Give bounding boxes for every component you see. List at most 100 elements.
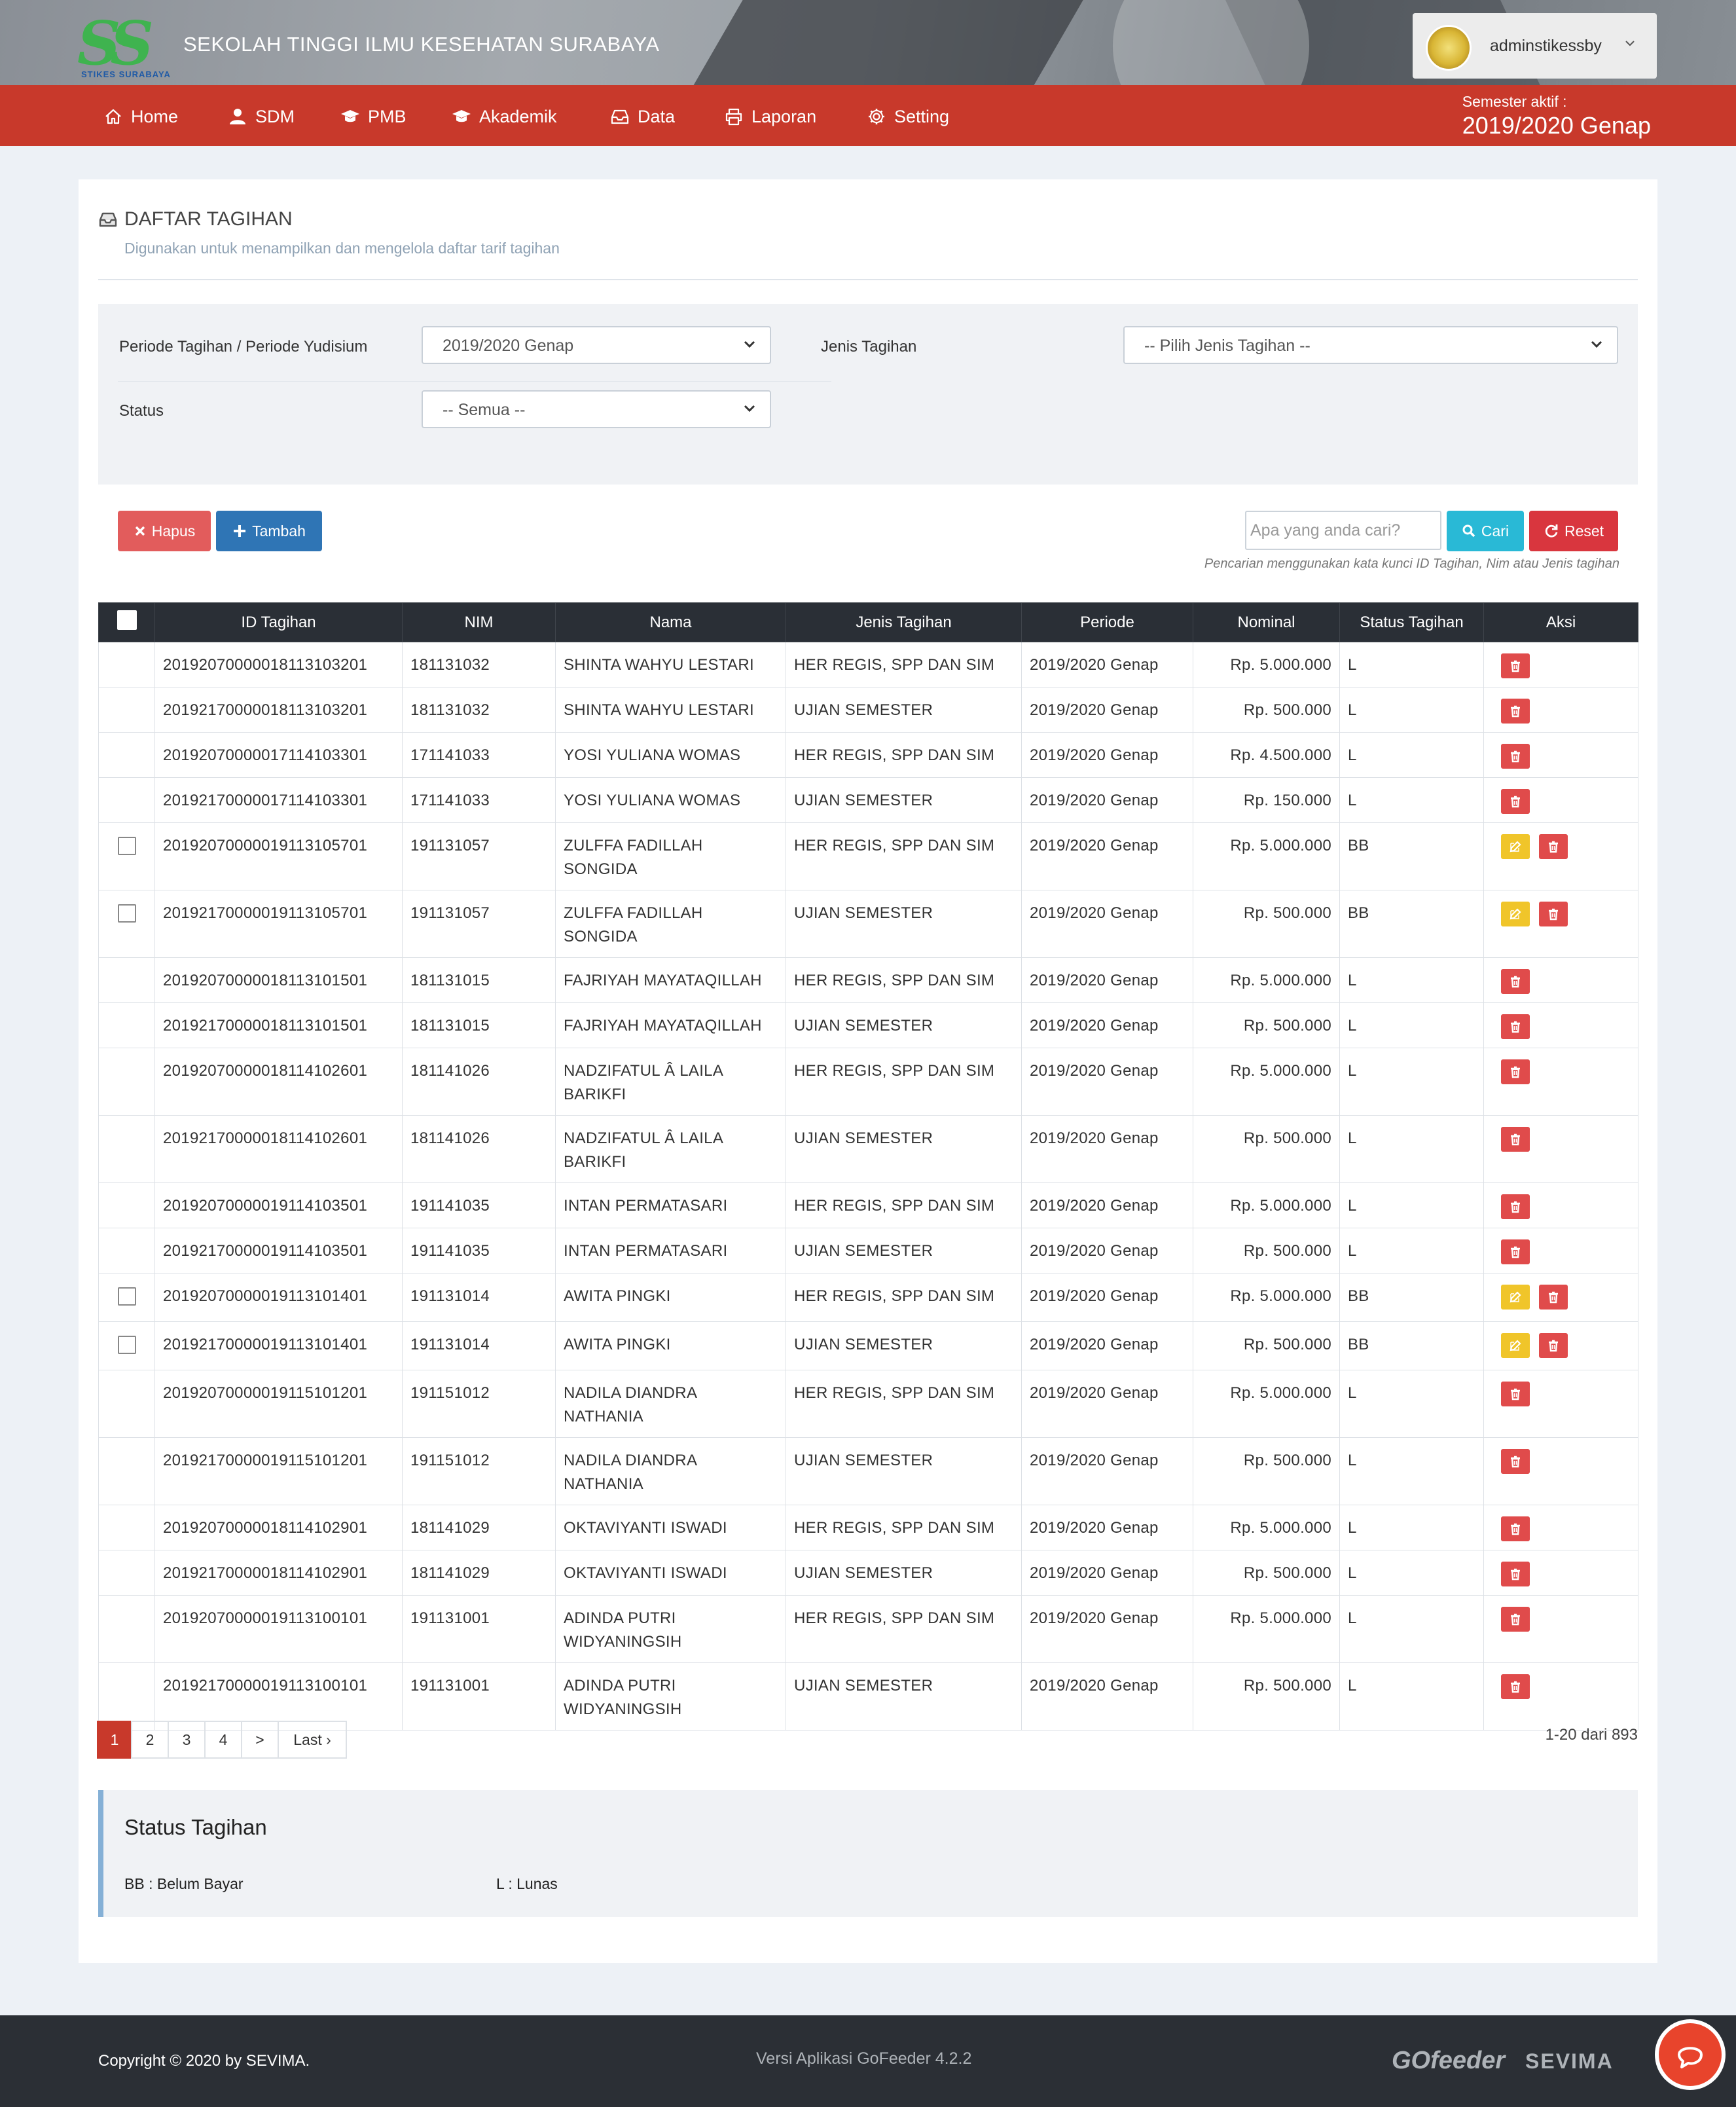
column-header[interactable]: Periode <box>1021 602 1193 642</box>
chevron-down-icon <box>744 340 755 348</box>
row-select-cell[interactable] <box>98 822 155 890</box>
row-select-cell[interactable] <box>98 1321 155 1370</box>
next-page-button[interactable]: > <box>241 1721 279 1759</box>
delete-button[interactable] <box>1501 744 1530 769</box>
column-header[interactable]: Nominal <box>1193 602 1340 642</box>
delete-button[interactable] <box>1501 653 1530 678</box>
delete-button[interactable] <box>1539 1333 1568 1358</box>
delete-button[interactable] <box>1501 1194 1530 1219</box>
cell-nominal: Rp. 5.000.000 <box>1193 1182 1340 1228</box>
tambah-button[interactable]: Tambah <box>216 511 322 551</box>
page-button[interactable]: 3 <box>168 1721 206 1759</box>
cell-nominal: Rp. 5.000.000 <box>1193 957 1340 1003</box>
edit-button[interactable] <box>1501 902 1530 926</box>
chat-button[interactable] <box>1655 2019 1726 2090</box>
cell-id-tagihan: 20192170000018114102901 <box>154 1550 403 1596</box>
delete-button[interactable] <box>1501 1014 1530 1039</box>
select-all-checkbox[interactable] <box>117 610 137 630</box>
cell-periode: 2019/2020 Genap <box>1021 1505 1193 1550</box>
reset-button[interactable]: Reset <box>1529 511 1618 551</box>
cell-status: L <box>1339 1002 1484 1048</box>
delete-button[interactable] <box>1501 1382 1530 1406</box>
column-header[interactable]: Nama <box>555 602 786 642</box>
column-header[interactable]: Jenis Tagihan <box>786 602 1022 642</box>
row-select-cell[interactable] <box>98 890 155 958</box>
delete-button[interactable] <box>1539 902 1568 926</box>
delete-button[interactable] <box>1501 1516 1530 1541</box>
column-header[interactable]: NIM <box>402 602 556 642</box>
delete-button[interactable] <box>1539 834 1568 859</box>
nav-item-akademik[interactable]: Akademik <box>452 105 557 128</box>
nav-item-setting[interactable]: Setting <box>867 105 949 128</box>
cell-jenis: UJIAN SEMESTER <box>786 1550 1022 1596</box>
column-header[interactable]: Status Tagihan <box>1339 602 1484 642</box>
column-header[interactable]: ID Tagihan <box>154 602 403 642</box>
row-select-cell <box>98 687 155 733</box>
nav-item-pmb[interactable]: PMB <box>340 105 407 128</box>
delete-button[interactable] <box>1501 1674 1530 1699</box>
status-select[interactable]: -- Semua -- <box>422 390 771 428</box>
delete-button[interactable] <box>1501 1059 1530 1084</box>
cell-jenis: HER REGIS, SPP DAN SIM <box>786 822 1022 890</box>
university-seal-icon <box>1426 25 1472 71</box>
cell-id-tagihan: 20192070000017114103301 <box>154 732 403 778</box>
edit-button[interactable] <box>1501 1285 1530 1310</box>
edit-button[interactable] <box>1501 1333 1530 1358</box>
close-icon <box>135 526 145 536</box>
last-page-button[interactable]: Last › <box>278 1721 347 1759</box>
page-button[interactable]: 2 <box>131 1721 169 1759</box>
user-menu[interactable]: adminstikessby <box>1413 13 1657 79</box>
chevron-down-icon <box>1591 340 1602 348</box>
page-button[interactable]: 4 <box>204 1721 242 1759</box>
nav-item-laporan[interactable]: Laporan <box>724 105 816 128</box>
page-subtitle: Digunakan untuk menampilkan dan mengelol… <box>124 240 560 257</box>
edit-button[interactable] <box>1501 834 1530 859</box>
cell-nominal: Rp. 500.000 <box>1193 890 1340 958</box>
hapus-button-label: Hapus <box>151 522 196 540</box>
row-checkbox[interactable] <box>117 1287 136 1306</box>
logo[interactable]: SS STIKES SURABAYA <box>77 12 175 80</box>
cell-jenis: HER REGIS, SPP DAN SIM <box>786 1595 1022 1663</box>
reset-button-label: Reset <box>1564 522 1604 540</box>
nav-item-home[interactable]: Home <box>103 105 178 128</box>
cari-button[interactable]: Cari <box>1447 511 1524 551</box>
periode-select[interactable]: 2019/2020 Genap <box>422 326 771 364</box>
cell-nim: 181141029 <box>402 1505 556 1550</box>
nav-item-data[interactable]: Data <box>610 105 675 128</box>
cell-nim: 171141033 <box>402 732 556 778</box>
cell-nim: 191151012 <box>402 1370 556 1438</box>
cell-periode: 2019/2020 Genap <box>1021 1002 1193 1048</box>
select-all-header[interactable] <box>98 602 155 642</box>
row-checkbox[interactable] <box>117 1336 136 1354</box>
delete-button[interactable] <box>1501 1607 1530 1632</box>
delete-button[interactable] <box>1501 969 1530 994</box>
jenis-select[interactable]: -- Pilih Jenis Tagihan -- <box>1123 326 1618 364</box>
cell-nama: ADINDA PUTRI WIDYANINGSIH <box>555 1662 786 1731</box>
delete-button[interactable] <box>1501 1562 1530 1586</box>
cell-periode: 2019/2020 Genap <box>1021 1437 1193 1505</box>
cell-status: L <box>1339 687 1484 733</box>
delete-button[interactable] <box>1501 1127 1530 1152</box>
hapus-button[interactable]: Hapus <box>118 511 211 551</box>
delete-button[interactable] <box>1501 1239 1530 1264</box>
cell-status: L <box>1339 1437 1484 1505</box>
delete-button[interactable] <box>1501 699 1530 724</box>
search-input[interactable]: Apa yang anda cari? <box>1245 511 1441 550</box>
delete-button[interactable] <box>1539 1285 1568 1310</box>
delete-button[interactable] <box>1501 789 1530 814</box>
cell-aksi <box>1483 642 1638 687</box>
row-checkbox[interactable] <box>117 837 136 855</box>
delete-button[interactable] <box>1501 1449 1530 1474</box>
divider <box>118 381 831 382</box>
cell-nim: 171141033 <box>402 777 556 823</box>
logo-subtitle: STIKES SURABAYA <box>81 69 171 79</box>
legend-l: L : Lunas <box>496 1875 558 1892</box>
nav-label: PMB <box>368 106 407 126</box>
table-row: 20192070000019114103501 191141035 INTAN PE… <box>98 1182 1638 1228</box>
nav-item-sdm[interactable]: SDM <box>228 105 295 128</box>
cell-id-tagihan: 20192170000018114102601 <box>154 1115 403 1183</box>
nav-label: Home <box>131 106 179 126</box>
page-button[interactable]: 1 <box>97 1721 132 1759</box>
row-select-cell[interactable] <box>98 1273 155 1322</box>
row-checkbox[interactable] <box>117 904 136 923</box>
